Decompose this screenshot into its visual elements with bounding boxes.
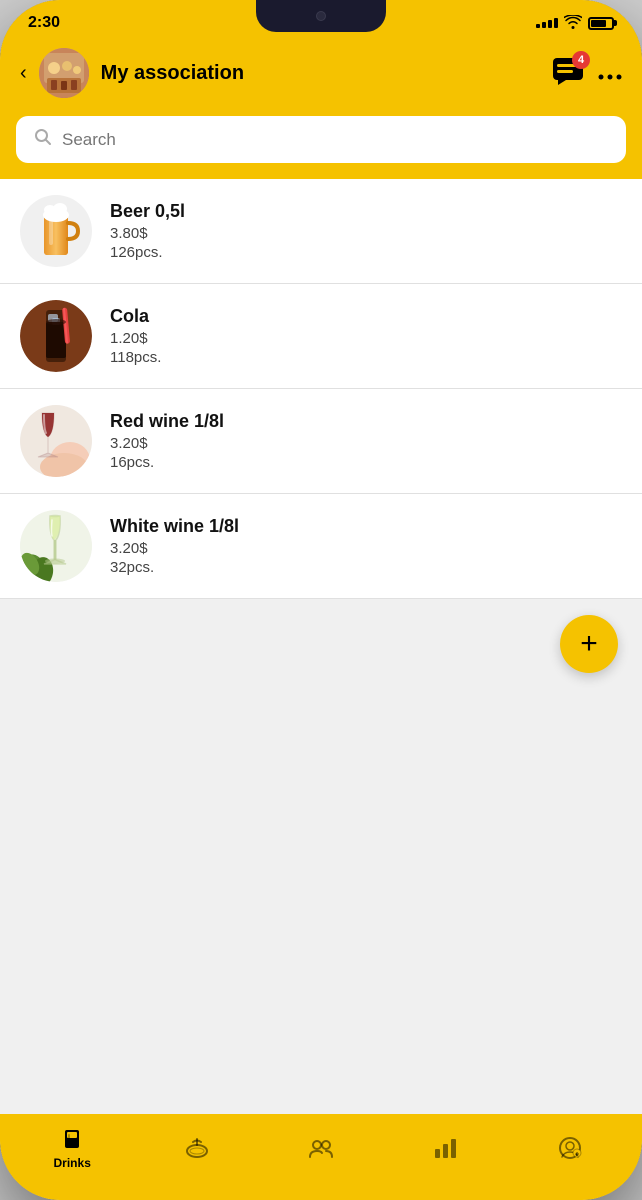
drinks-icon <box>59 1126 85 1152</box>
product-qty: 16pcs. <box>110 454 622 471</box>
fab-area: + <box>0 599 642 689</box>
product-name: Red wine 1/8l <box>110 411 622 432</box>
product-info-cola: Cola 1.20$ 118pcs. <box>110 306 622 366</box>
search-icon <box>34 128 52 151</box>
product-image-red-wine <box>20 405 92 477</box>
search-container <box>0 112 642 179</box>
product-image-beer <box>20 195 92 267</box>
product-price: 3.20$ <box>110 435 622 452</box>
stats-icon <box>432 1135 458 1161</box>
product-info-white-wine: White wine 1/8l 3.20$ 32pcs. <box>110 516 622 576</box>
signal-icon <box>536 18 558 28</box>
nav-item-stats[interactable] <box>383 1135 507 1161</box>
add-button[interactable]: + <box>560 615 618 673</box>
nav-item-food[interactable] <box>134 1135 258 1161</box>
page-title: My association <box>101 62 540 85</box>
phone-screen: 2:30 <box>0 0 642 1200</box>
more-icon <box>598 74 622 80</box>
search-input[interactable] <box>62 130 608 150</box>
food-icon <box>184 1135 210 1161</box>
avatar-image <box>39 48 89 98</box>
nav-label-drinks: Drinks <box>54 1156 91 1170</box>
camera <box>316 11 326 21</box>
nav-item-drinks[interactable]: Drinks <box>10 1126 134 1170</box>
product-price: 1.20$ <box>110 330 622 347</box>
avatar <box>39 48 89 98</box>
list-item[interactable]: Red wine 1/8l 3.20$ 16pcs. <box>0 389 642 494</box>
product-name: White wine 1/8l <box>110 516 622 537</box>
product-image-white-wine <box>20 510 92 582</box>
status-time: 2:30 <box>28 14 60 32</box>
header-actions: 4 <box>552 57 622 90</box>
chat-button[interactable]: 4 <box>552 57 584 90</box>
status-icons <box>536 15 614 32</box>
product-info-red-wine: Red wine 1/8l 3.20$ 16pcs. <box>110 411 622 471</box>
notch <box>256 0 386 32</box>
product-qty: 126pcs. <box>110 244 622 261</box>
nav-item-members[interactable] <box>259 1135 383 1161</box>
battery-icon <box>588 17 614 30</box>
phone-frame: 2:30 <box>0 0 642 1200</box>
more-button[interactable] <box>598 67 622 80</box>
cola-icon <box>20 300 92 372</box>
back-button[interactable]: ‹ <box>20 62 27 85</box>
white-wine-icon <box>20 510 92 582</box>
members-icon <box>308 1135 334 1161</box>
red-wine-icon <box>20 405 92 477</box>
product-name: Cola <box>110 306 622 327</box>
product-price: 3.80$ <box>110 225 622 242</box>
list-item[interactable]: White wine 1/8l 3.20$ 32pcs. <box>0 494 642 599</box>
product-qty: 118pcs. <box>110 349 622 366</box>
list-item[interactable]: Cola 1.20$ 118pcs. <box>0 284 642 389</box>
product-price: 3.20$ <box>110 540 622 557</box>
product-image-cola <box>20 300 92 372</box>
product-name: Beer 0,5l <box>110 201 622 222</box>
list-item[interactable]: Beer 0,5l 3.80$ 126pcs. <box>0 179 642 284</box>
bottom-nav: Drinks <box>0 1114 642 1200</box>
notification-badge: 4 <box>572 51 590 69</box>
wifi-icon <box>564 15 582 32</box>
product-list: Beer 0,5l 3.80$ 126pcs. <box>0 179 642 1114</box>
account-icon: e <box>557 1135 583 1161</box>
search-bar <box>16 116 626 163</box>
app-header: ‹ My associa <box>0 38 642 112</box>
product-info-beer: Beer 0,5l 3.80$ 126pcs. <box>110 201 622 261</box>
battery-fill <box>591 20 606 27</box>
product-qty: 32pcs. <box>110 559 622 576</box>
nav-item-account[interactable]: e <box>508 1135 632 1161</box>
beer-icon <box>30 201 82 261</box>
